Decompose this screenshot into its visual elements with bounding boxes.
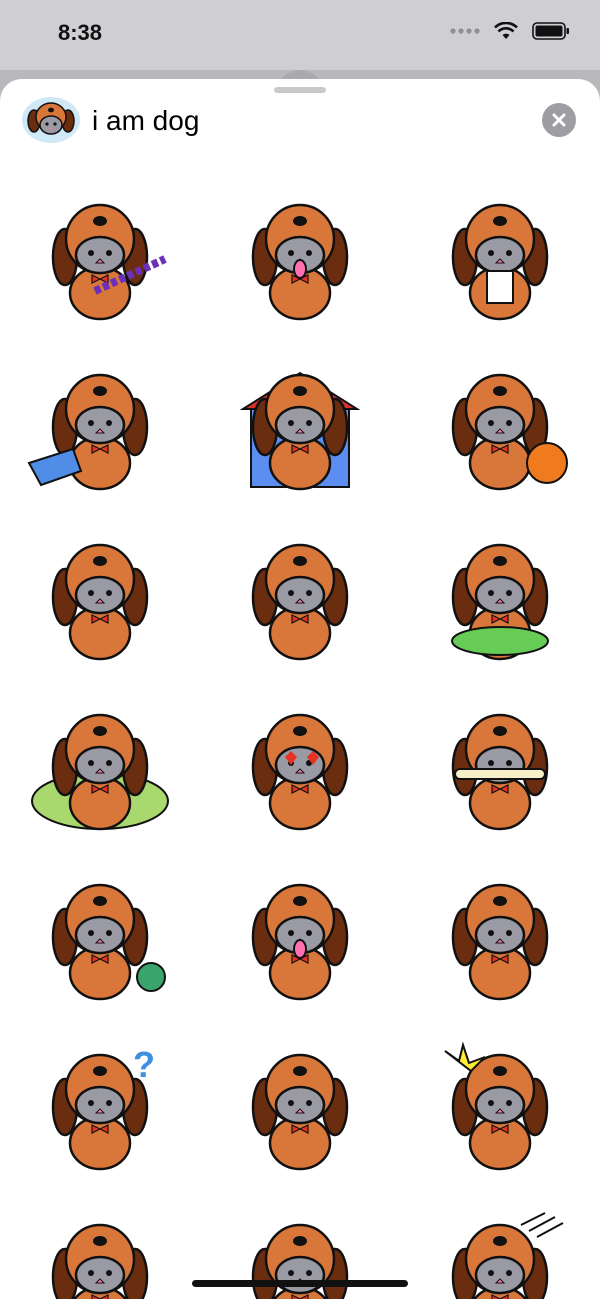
sticker-grid: ?: [0, 171, 600, 1299]
dog-sticker-icon: [31, 713, 169, 831]
dog-sticker-icon: [444, 1041, 549, 1171]
battery-icon: [532, 22, 569, 40]
status-bar: 8:38: [0, 0, 600, 70]
dog-sticker-icon: [239, 371, 361, 491]
sticker-sheet: i am dog ?: [0, 79, 600, 1299]
status-icons: [450, 22, 570, 40]
pack-title: i am dog: [92, 105, 200, 136]
dog-sticker-icon: [251, 1053, 349, 1171]
sheet-grabber[interactable]: [274, 87, 326, 93]
dog-sticker-icon: [451, 203, 549, 321]
dog-sticker-icon: [51, 203, 167, 321]
dog-sticker-icon: [451, 713, 549, 831]
dog-sticker-icon: [451, 883, 549, 1001]
sticker-dog-surprised[interactable]: [400, 1021, 600, 1191]
svg-text:?: ?: [133, 1044, 155, 1085]
sticker-dog-side-standing[interactable]: [200, 511, 400, 681]
sticker-dog-shaking[interactable]: [400, 1191, 600, 1299]
sticker-dog-smiling[interactable]: [200, 1021, 400, 1191]
dog-sticker-icon: [251, 883, 349, 1001]
sticker-dog-box[interactable]: [0, 1191, 200, 1299]
dog-sticker-icon: [51, 1223, 149, 1299]
sticker-dog-water-bowl[interactable]: [400, 511, 600, 681]
sticker-dog-tug-rope[interactable]: [0, 171, 200, 341]
close-button[interactable]: [542, 103, 576, 137]
sticker-dog-bed[interactable]: [0, 681, 200, 851]
sticker-dog-sitting-tongue[interactable]: [200, 851, 400, 1021]
dog-sticker-icon: [51, 543, 149, 661]
dog-avatar-icon: [27, 102, 75, 135]
home-indicator[interactable]: [192, 1280, 408, 1287]
sticker-dog-question[interactable]: ?: [0, 1021, 200, 1191]
dog-sticker-icon: [51, 883, 166, 1001]
dog-sticker-icon: ?: [51, 1044, 155, 1171]
dog-sticker-icon: [451, 1212, 564, 1299]
sticker-dog-bone-mouth[interactable]: [400, 681, 600, 851]
sticker-dog-pumpkin-basket[interactable]: [400, 341, 600, 511]
sticker-dog-tongue-out[interactable]: [200, 171, 400, 341]
sheet-header: i am dog: [0, 97, 600, 147]
status-time: 8:38: [58, 20, 103, 45]
sticker-dog-tuxedo[interactable]: [400, 171, 600, 341]
dog-sticker-icon: [451, 543, 549, 661]
sticker-dog-rolling-over[interactable]: [400, 851, 600, 1021]
sticker-dog-doghouse[interactable]: [200, 341, 400, 511]
signal-icon: [450, 28, 480, 34]
sticker-dog-litter-box[interactable]: [0, 341, 200, 511]
dog-sticker-icon: [251, 713, 349, 831]
dog-sticker-icon: [451, 373, 568, 491]
sticker-dog-sitting[interactable]: [0, 511, 200, 681]
dog-sticker-icon: [27, 373, 149, 491]
dog-sticker-icon: [251, 543, 349, 661]
close-icon: [552, 113, 566, 127]
sticker-dog-heart-eyes[interactable]: [200, 681, 400, 851]
sticker-dog-yarn-ball[interactable]: [0, 851, 200, 1021]
wifi-icon: [494, 22, 518, 39]
dog-sticker-icon: [251, 203, 349, 321]
pack-avatar: [22, 97, 80, 143]
